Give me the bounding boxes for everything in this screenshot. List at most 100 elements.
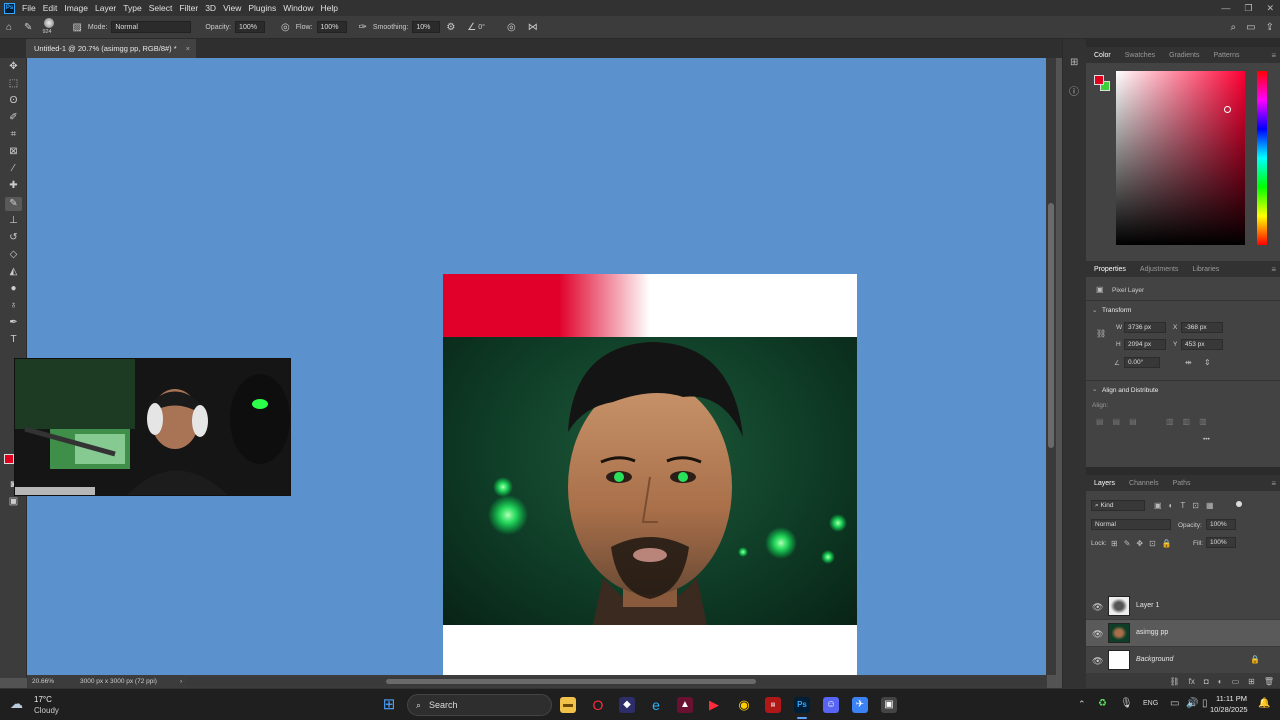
share-icon[interactable]: ⇪ [1266, 22, 1274, 33]
clock-date[interactable]: 10/28/2025 [1210, 705, 1248, 714]
link-dimensions-icon[interactable]: ⛓ [1096, 329, 1106, 338]
menu-file[interactable]: File [22, 3, 36, 13]
menu-image[interactable]: Image [64, 3, 88, 13]
crop-tool-icon[interactable]: ⌗ [5, 128, 22, 142]
battery-icon[interactable]: ▯ [1202, 698, 1208, 709]
layer-row-layer-1[interactable]: 👁 Layer 1 [1086, 593, 1280, 620]
new-layer-icon[interactable]: ⊞ [1248, 677, 1255, 686]
discord-icon[interactable]: ☺ [823, 697, 839, 713]
marquee-tool-icon[interactable]: ⬚ [5, 77, 22, 91]
menu-edit[interactable]: Edit [43, 3, 58, 13]
fx-icon[interactable]: fx [1189, 677, 1195, 686]
tab-color[interactable]: Color [1094, 52, 1111, 59]
home-icon[interactable]: ⌂ [6, 22, 12, 33]
filter-toggle[interactable] [1236, 501, 1242, 507]
layer-filter-icons[interactable]: ▣◐T⊡▦ [1154, 501, 1221, 510]
align-chevron-icon[interactable]: ⌄ [1092, 385, 1097, 393]
horizontal-scrollbar[interactable] [186, 677, 1046, 686]
pen-tool-icon[interactable]: ✒ [5, 316, 22, 330]
pressure-opacity-icon[interactable]: ◎ [281, 22, 290, 33]
height-field[interactable]: 2094 px [1124, 339, 1166, 350]
vertical-scrollbar[interactable] [1046, 58, 1056, 675]
photoshop-taskbar-icon[interactable]: Ps [794, 697, 810, 713]
blend-mode-select[interactable]: Normal [1091, 519, 1171, 530]
menu-select[interactable]: Select [149, 3, 173, 13]
flow-field[interactable]: 100% [316, 21, 347, 33]
clone-stamp-tool-icon[interactable]: ⊥ [5, 214, 22, 228]
x-field[interactable]: -368 px [1181, 322, 1223, 333]
paint-bucket-tool-icon[interactable]: ◭ [5, 265, 22, 279]
menu-view[interactable]: View [223, 3, 241, 13]
y-field[interactable]: 453 px [1181, 339, 1223, 350]
filter-kind-select[interactable]: ⌕ Kind [1091, 500, 1145, 511]
tab-gradients[interactable]: Gradients [1169, 52, 1199, 59]
tray-app-icon[interactable]: ♻ [1098, 698, 1107, 709]
fill-field[interactable]: 100% [1206, 537, 1236, 548]
frame-tool-icon[interactable]: ⊠ [5, 145, 22, 159]
brush-size-picker[interactable]: 924 [38, 17, 62, 37]
angle-field[interactable]: 0° [478, 24, 485, 31]
color-picker-field[interactable] [1116, 71, 1245, 245]
restore-button[interactable]: ❐ [1244, 3, 1252, 14]
eraser-tool-icon[interactable]: ◇ [5, 248, 22, 262]
brush-preset-icon[interactable]: ✎ [24, 22, 32, 33]
tab-paths[interactable]: Paths [1173, 480, 1191, 487]
workspace-icon[interactable]: ▭ [1246, 22, 1255, 33]
eyedropper-tool-icon[interactable]: ⁄ [5, 162, 22, 176]
visibility-eye-icon[interactable]: 👁 [1092, 629, 1103, 640]
menu-layer[interactable]: Layer [95, 3, 116, 13]
menu-help[interactable]: Help [320, 3, 337, 13]
history-brush-tool-icon[interactable]: ↺ [5, 231, 22, 245]
color-panel-menu-icon[interactable]: ≡ [1271, 51, 1276, 60]
layers-panel-menu-icon[interactable]: ≡ [1271, 479, 1276, 488]
search-icon[interactable]: ⌕ [1231, 22, 1237, 33]
document-tab[interactable]: Untitled-1 @ 20.7% (asimgg pp, RGB/8#) *… [26, 39, 196, 58]
chrome-icon[interactable]: ◉ [736, 697, 752, 713]
align-buttons-icons[interactable]: ▤▤▤ [1096, 417, 1146, 426]
pressure-size-icon[interactable]: ◎ [507, 22, 516, 33]
quick-select-tool-icon[interactable]: ✐ [5, 111, 22, 125]
tab-swatches[interactable]: Swatches [1125, 52, 1155, 59]
app-icon-grey[interactable]: ▣ [881, 697, 897, 713]
new-group-icon[interactable]: ▭ [1232, 677, 1240, 686]
flip-horizontal-icon[interactable]: ⇹ [1185, 358, 1192, 367]
width-field[interactable]: 3736 px [1124, 322, 1166, 333]
dodge-tool-icon[interactable]: ♁ [5, 299, 22, 313]
blur-tool-icon[interactable]: ● [5, 282, 22, 296]
zoom-level[interactable]: 20.66% [32, 678, 72, 685]
lock-option-icons[interactable]: ⊞✎✥⊡🔒 [1111, 539, 1178, 548]
app-icon[interactable]: ◆ [619, 697, 635, 713]
document-canvas[interactable] [443, 274, 857, 675]
opera-icon[interactable]: O [590, 697, 606, 713]
opacity-field[interactable]: 100% [235, 21, 266, 33]
menu-plugins[interactable]: Plugins [248, 3, 276, 13]
add-mask-icon[interactable]: ◘ [1204, 677, 1209, 686]
angle-field[interactable]: 0.00° [1124, 357, 1160, 368]
adjustment-layer-icon[interactable]: ◐ [1218, 677, 1223, 686]
move-tool-icon[interactable]: ✥ [5, 60, 22, 74]
menu-window[interactable]: Window [283, 3, 313, 13]
menu-3d[interactable]: 3D [205, 3, 216, 13]
healing-brush-tool-icon[interactable]: ✚ [5, 179, 22, 193]
horizontal-scroll-thumb[interactable] [386, 679, 756, 684]
edge-icon[interactable]: e [648, 697, 664, 713]
brush-settings-icon[interactable]: ▨ [72, 22, 81, 33]
screen-mode-icon[interactable]: ▣ [5, 495, 22, 509]
language-indicator[interactable]: ENG [1143, 700, 1158, 707]
taskbar-search[interactable]: ⌕ Search [407, 694, 552, 716]
volume-icon[interactable]: 🔊 [1186, 698, 1198, 709]
properties-panel-menu-icon[interactable]: ≡ [1271, 265, 1276, 274]
foreground-color-chip[interactable] [1094, 75, 1104, 85]
mode-select[interactable]: Normal [111, 21, 192, 33]
more-options-button[interactable]: ••• [1203, 436, 1210, 443]
lasso-tool-icon[interactable]: ʘ [5, 94, 22, 108]
menu-filter[interactable]: Filter [179, 3, 198, 13]
cloud-weather-icon[interactable]: ☁ [10, 696, 23, 712]
notification-icon[interactable]: 🔔 [1258, 698, 1270, 709]
brush-tool-icon[interactable]: ✎ [5, 197, 22, 211]
menu-type[interactable]: Type [123, 3, 141, 13]
app-icon-blue[interactable]: ✈ [852, 697, 868, 713]
transform-chevron-icon[interactable]: ⌄ [1092, 306, 1097, 314]
history-icon[interactable]: ⊞ [1070, 57, 1078, 68]
layer-row-background[interactable]: 👁 Background 🔒 [1086, 647, 1280, 674]
